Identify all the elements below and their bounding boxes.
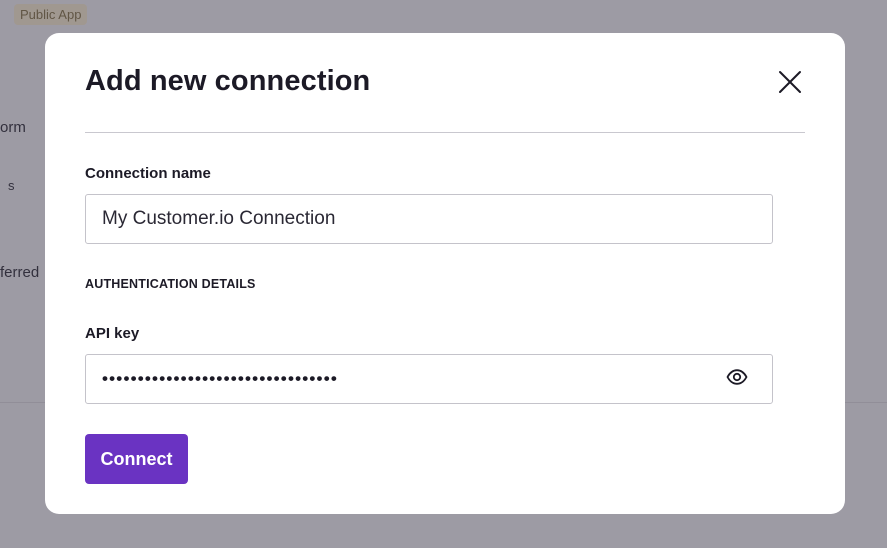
eye-icon	[726, 368, 748, 390]
close-icon	[777, 69, 803, 100]
close-button[interactable]	[773, 67, 807, 101]
api-key-label: API key	[85, 325, 140, 342]
toggle-visibility-button[interactable]	[724, 367, 750, 391]
connection-name-label: Connection name	[85, 165, 211, 182]
connection-name-value: My Customer.io Connection	[102, 208, 336, 229]
dialog-divider	[85, 132, 805, 133]
dialog-title: Add new connection	[85, 65, 371, 97]
connection-name-input[interactable]: My Customer.io Connection	[85, 194, 773, 244]
connect-button[interactable]: Connect	[85, 434, 188, 484]
authentication-details-heading: AUTHENTICATION DETAILS	[85, 277, 256, 291]
add-connection-dialog: Add new connection Connection name My Cu…	[45, 33, 845, 514]
api-key-input[interactable]: •••••••••••••••••••••••••••••••••	[85, 354, 773, 404]
api-key-masked-value: •••••••••••••••••••••••••••••••••	[102, 369, 339, 388]
